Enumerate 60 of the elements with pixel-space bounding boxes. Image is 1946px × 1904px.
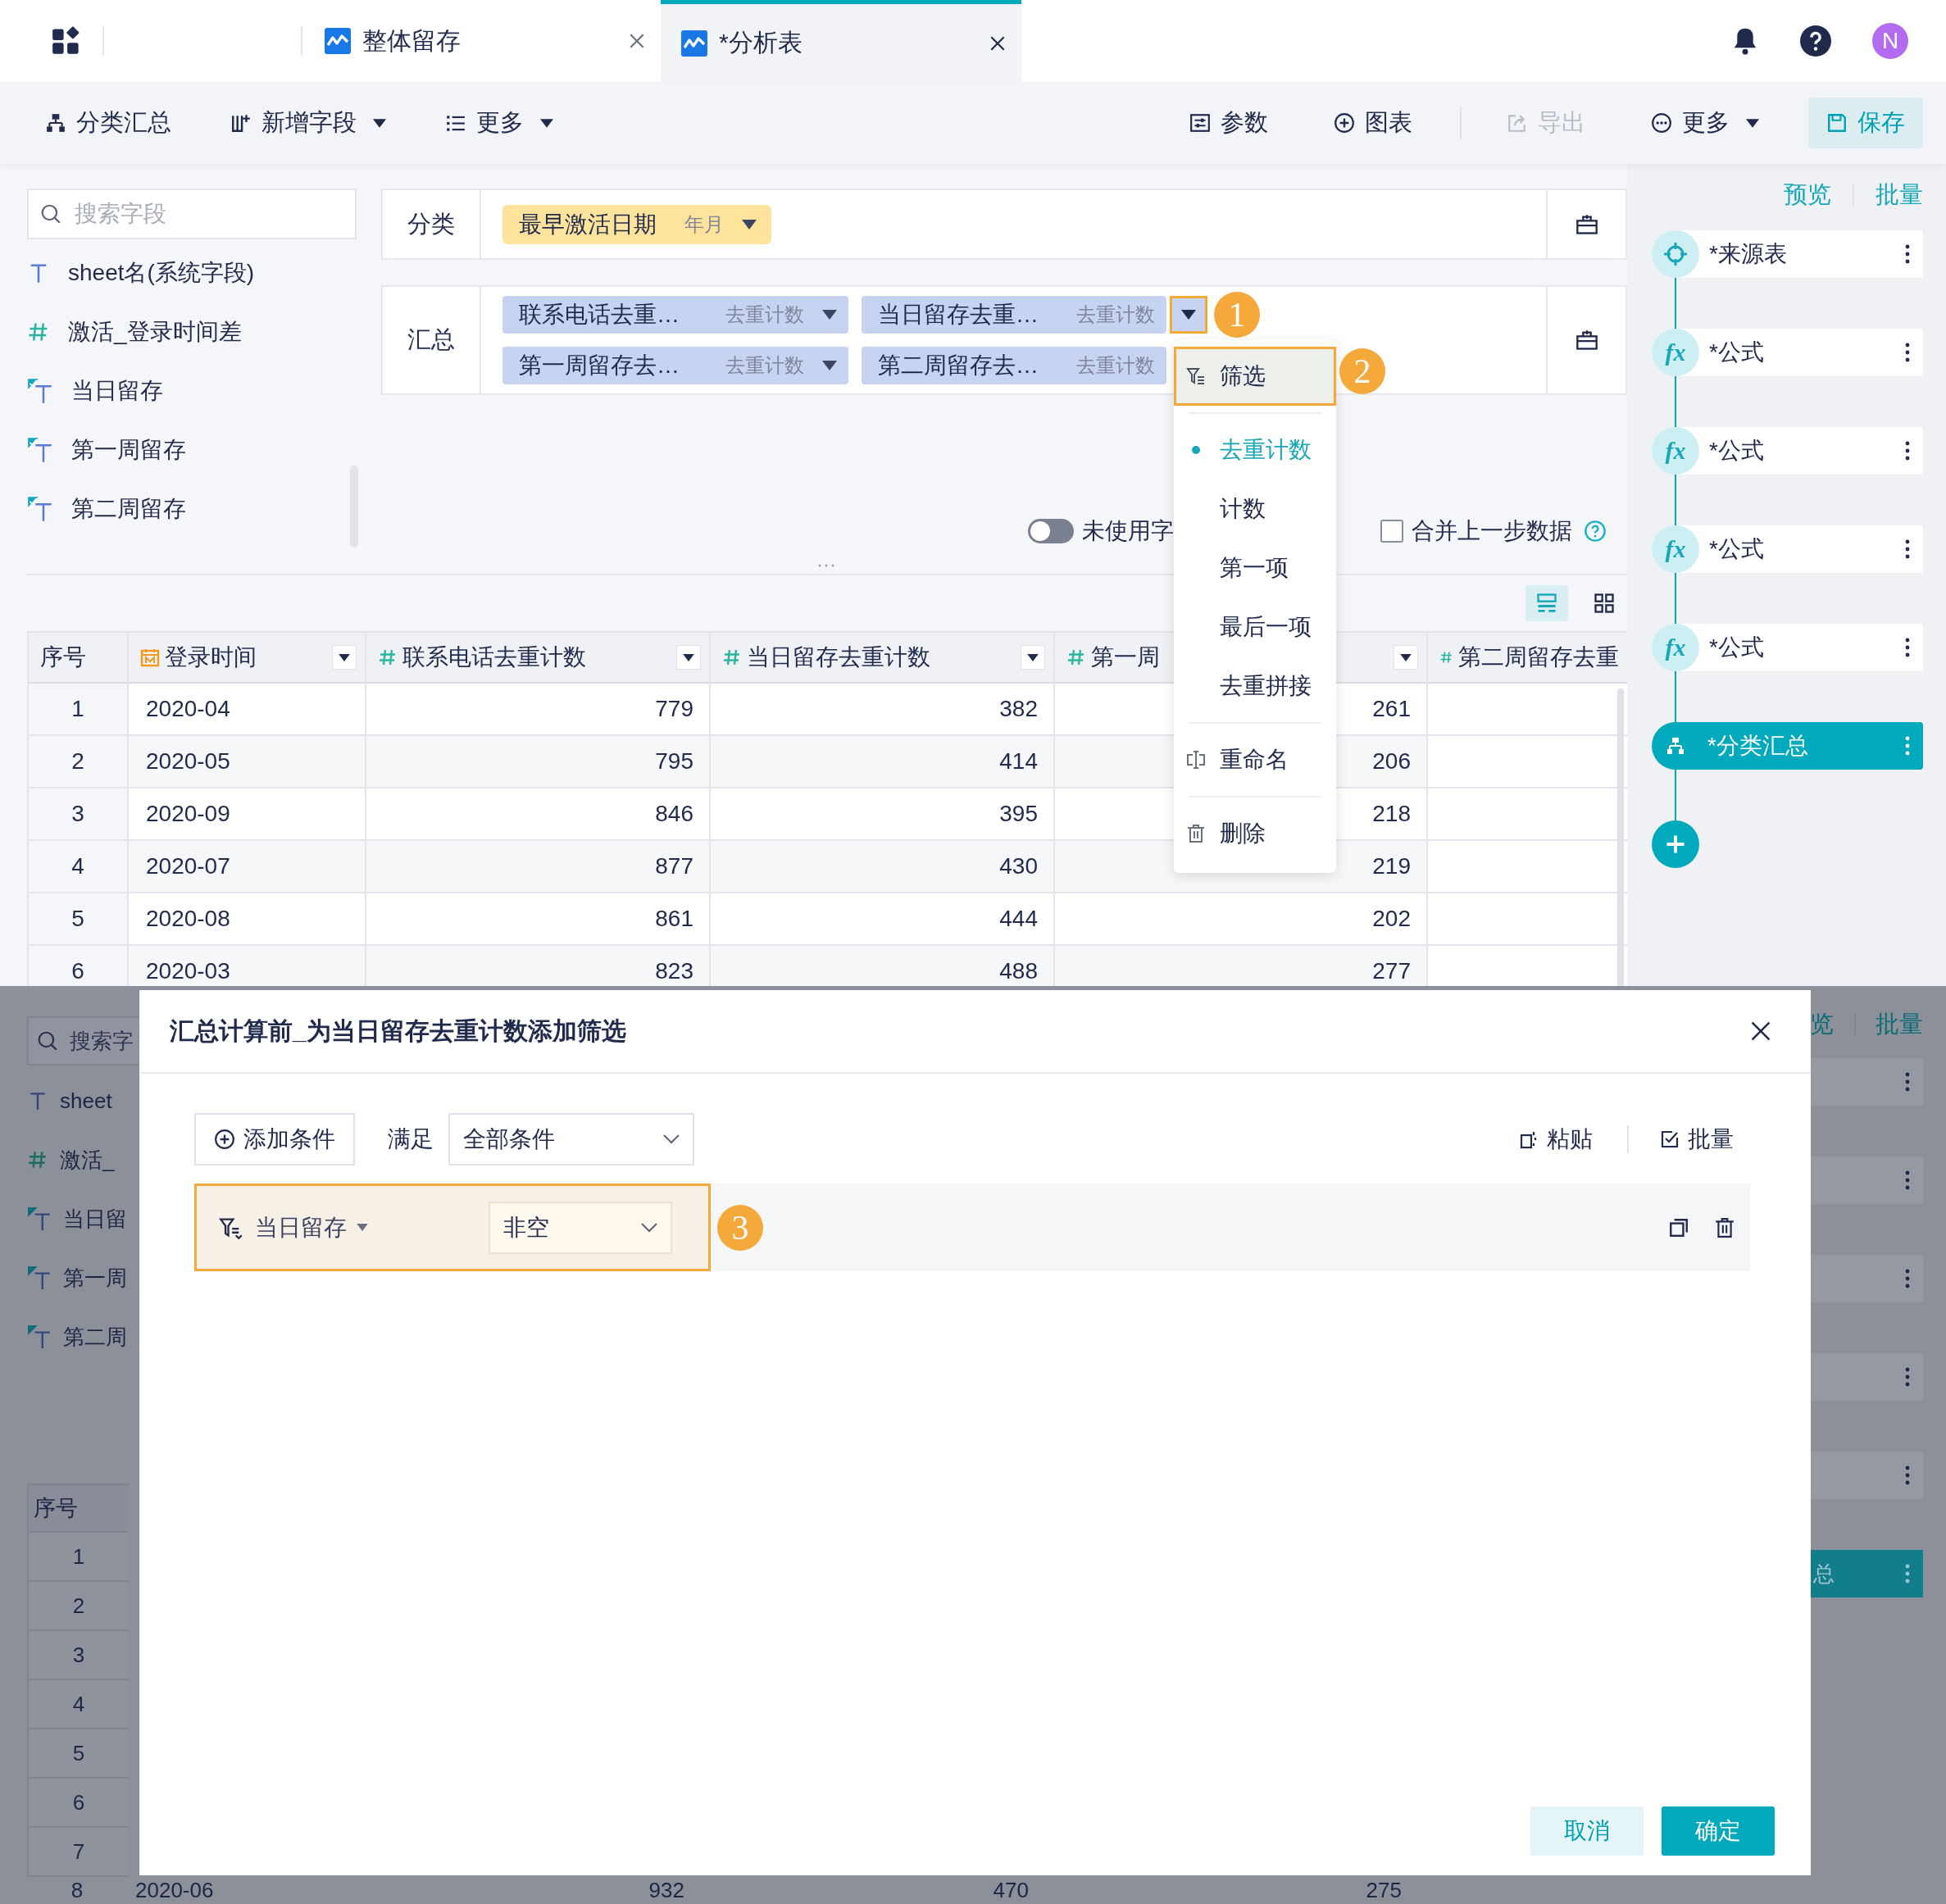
- table-cell: 877: [366, 841, 711, 893]
- table-cell: 6: [29, 946, 129, 986]
- table-cell: 395: [711, 788, 1055, 841]
- node-label: *公式: [1709, 437, 1764, 465]
- table-cell: 2020-08: [129, 893, 366, 946]
- table-cell-text: 2020-06: [134, 1877, 215, 1904]
- table-cell: 779: [366, 684, 711, 736]
- table-cell: 861: [366, 893, 711, 946]
- node-label: *公式: [1709, 339, 1764, 366]
- table-cell: 4: [29, 841, 129, 893]
- aggregation-label: 年月: [684, 211, 724, 237]
- pill-label: 第二周留存去…: [878, 352, 1039, 379]
- aggregation-label: 去重计数: [725, 302, 804, 327]
- checkbox-label: 合并上一步数据: [1412, 517, 1572, 545]
- table-cell-text: 8: [70, 1877, 84, 1904]
- table-cell: 202: [1055, 893, 1428, 946]
- table-cell: 2020-07: [129, 841, 366, 893]
- aggregation-label: 去重计数: [725, 353, 804, 378]
- formula-icon: fx: [1652, 329, 1699, 376]
- table-cell: 430: [711, 841, 1055, 893]
- table-cell: 382: [711, 684, 1055, 736]
- section-label: 分类: [383, 190, 481, 258]
- pill-label: 最早激活日期: [519, 210, 657, 239]
- table-cell: 1: [29, 684, 129, 736]
- table-cell: 795: [366, 736, 711, 788]
- dialog-title: 汇总计算前_为当日留存去重计数添加筛选: [170, 1016, 626, 1046]
- node-label: *来源表: [1709, 240, 1787, 268]
- pill-label: 当日留存去重…: [878, 301, 1039, 329]
- step-badge: 3: [717, 1204, 763, 1251]
- toggle-label: 未使用字: [1082, 517, 1174, 545]
- table-cell-text: 932: [648, 1877, 685, 1904]
- aggregation-label: 去重计数: [1076, 302, 1155, 327]
- table-cell: 846: [366, 788, 711, 841]
- table-cell-text: 470: [992, 1877, 1030, 1904]
- pill-label: 第一周留存去…: [519, 352, 680, 379]
- node-label: *公式: [1709, 535, 1764, 563]
- table-cell: 277: [1055, 946, 1428, 986]
- table-cell: 2020-05: [129, 736, 366, 788]
- node-label: 总: [1813, 1560, 1835, 1588]
- section-label: 汇总: [383, 287, 481, 393]
- formula-icon: fx: [1652, 525, 1699, 573]
- table-cell: 5: [29, 893, 129, 946]
- table-cell: 823: [366, 946, 711, 986]
- step-badge: 1: [1214, 292, 1260, 338]
- node-label: *分类汇总: [1707, 732, 1808, 760]
- match-label: 满足: [388, 1125, 434, 1153]
- formula-icon: fx: [1652, 427, 1699, 475]
- table-cell: 444: [711, 893, 1055, 946]
- table-cell: 3: [29, 788, 129, 841]
- formula-icon: fx: [1652, 624, 1699, 671]
- table-cell: 2020-09: [129, 788, 366, 841]
- table-cell: 2: [29, 736, 129, 788]
- table-cell: 488: [711, 946, 1055, 986]
- node-label: *公式: [1709, 634, 1764, 661]
- table-cell: 2020-04: [129, 684, 366, 736]
- aggregation-label: 去重计数: [1076, 353, 1155, 378]
- table-cell: 414: [711, 736, 1055, 788]
- table-cell: 2020-03: [129, 946, 366, 986]
- pill-label: 联系电话去重…: [519, 301, 680, 329]
- table-cell-text: 275: [1365, 1877, 1403, 1904]
